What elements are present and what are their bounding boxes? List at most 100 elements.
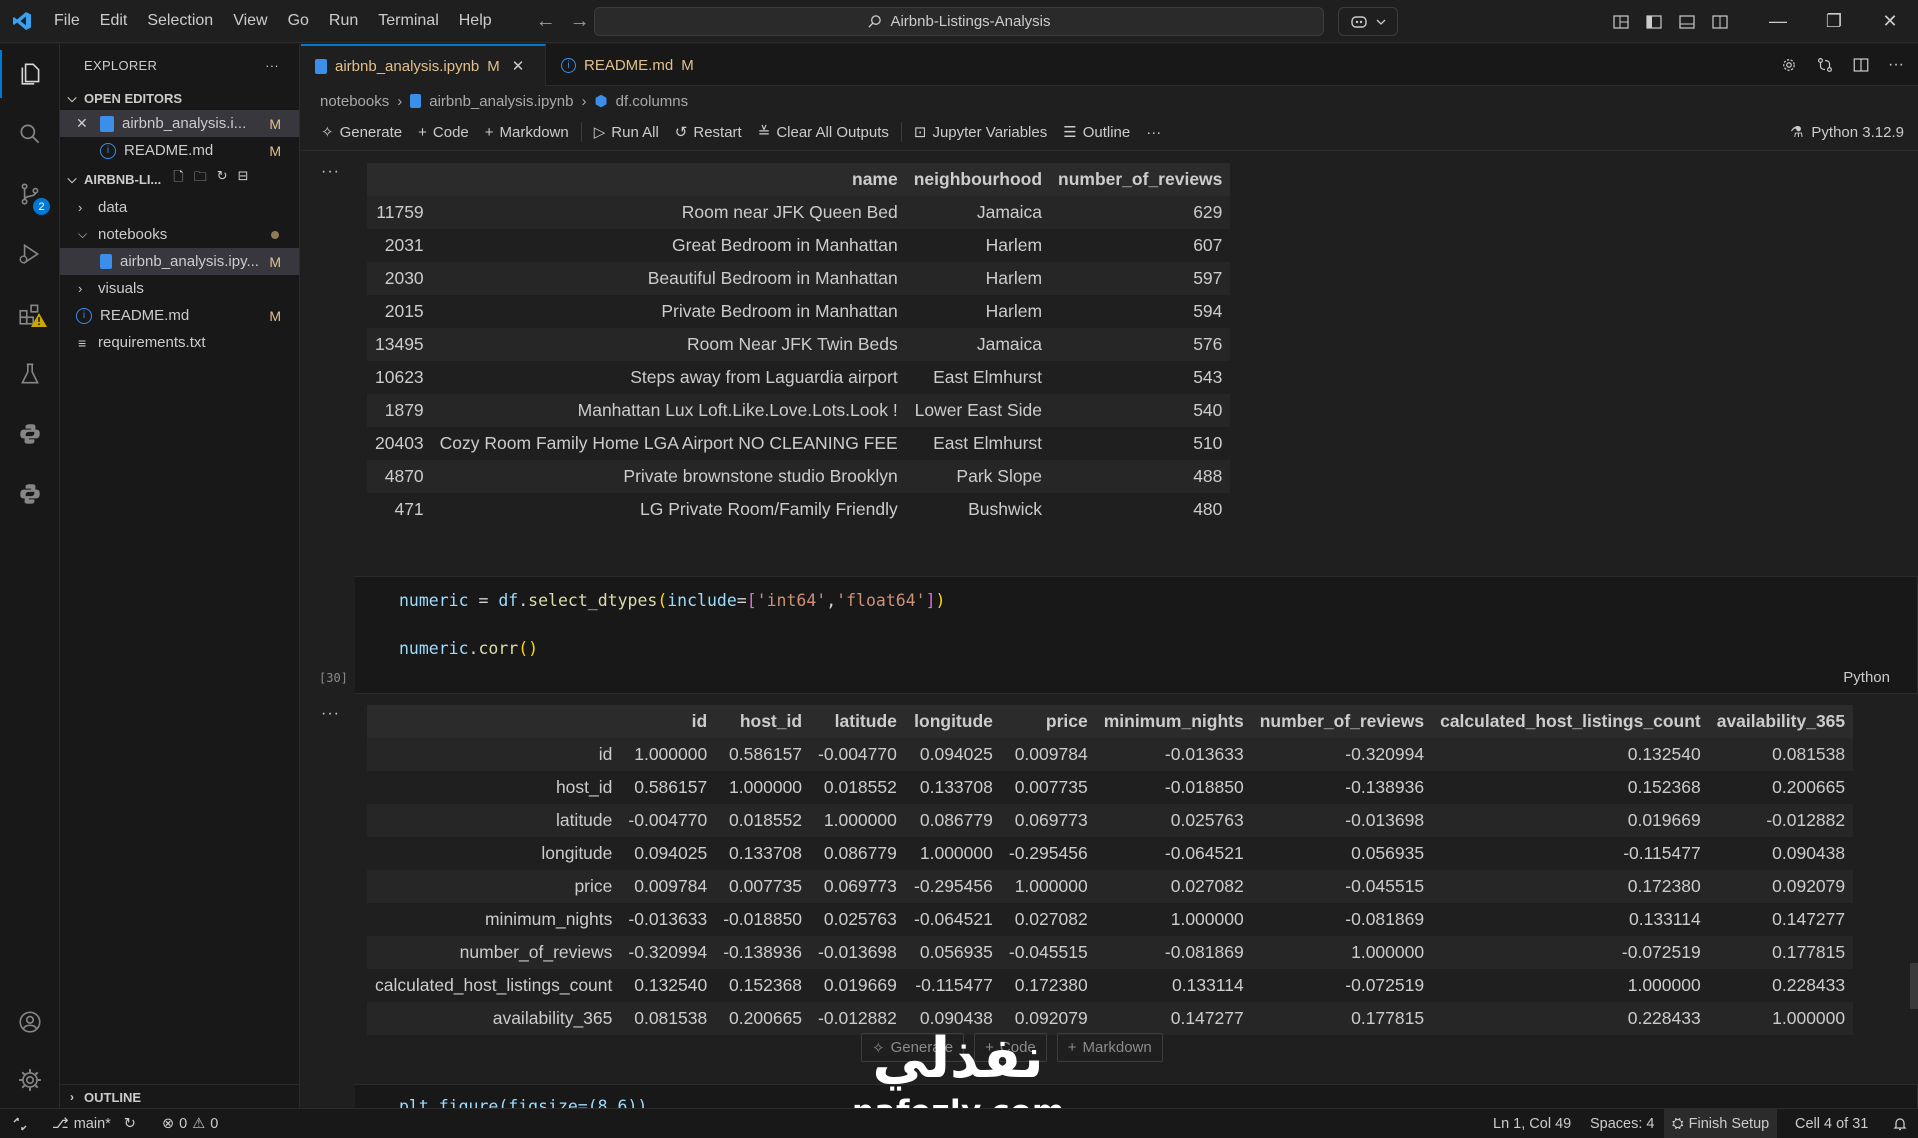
cursor-position[interactable]: Ln 1, Col 49	[1493, 1109, 1571, 1138]
customize-layout-icon[interactable]	[1604, 14, 1637, 30]
close-icon[interactable]: ✕	[76, 115, 92, 132]
split-editor-icon[interactable]	[1852, 56, 1870, 74]
indentation[interactable]: Spaces: 4	[1590, 1109, 1655, 1138]
code-cell[interactable]: plt.figure(figsize=(8,6))	[355, 1084, 1918, 1108]
restore-icon[interactable]: ❐	[1806, 11, 1862, 32]
tree-file-readme[interactable]: i README.md M	[60, 302, 299, 329]
new-folder-icon[interactable]: 🗀	[194, 168, 207, 190]
menu-help[interactable]: Help	[449, 12, 502, 30]
menu-go[interactable]: Go	[278, 12, 319, 30]
breadcrumb-item[interactable]: airbnb_analysis.ipynb	[429, 93, 573, 110]
more-actions-icon[interactable]: ···	[1138, 117, 1169, 147]
forward-arrow-icon[interactable]: →	[570, 10, 590, 33]
tab-notebook[interactable]: airbnb_analysis.ipynb M ✕	[301, 44, 546, 86]
toggle-secondary-sidebar-icon[interactable]	[1703, 14, 1736, 30]
scrollbar-thumb[interactable]	[1910, 963, 1918, 1009]
open-editor-readme[interactable]: i README.md M	[60, 137, 299, 164]
add-code-button[interactable]: + Code	[410, 117, 477, 147]
explorer-icon[interactable]	[0, 50, 60, 98]
search-icon[interactable]	[0, 110, 60, 158]
column-header: number_of_reviews	[1058, 169, 1223, 189]
tree-file-notebook[interactable]: airbnb_analysis.ipy... M	[60, 248, 299, 275]
tree-folder-visuals[interactable]: › visuals	[60, 275, 299, 302]
collapse-all-icon[interactable]: ⊟	[238, 168, 249, 190]
open-editor-notebook[interactable]: ✕ airbnb_analysis.i... M	[60, 110, 299, 137]
explorer-sidebar: EXPLORER ··· ⌵ OPEN EDITORS ✕ airbnb_ana…	[60, 44, 300, 1108]
warning-count: 0	[210, 1115, 219, 1132]
account-icon[interactable]	[0, 998, 60, 1046]
minimize-icon[interactable]: —	[1750, 11, 1806, 32]
finish-setup-label: Finish Setup	[1688, 1115, 1770, 1132]
outline-section[interactable]: › OUTLINE	[60, 1084, 299, 1108]
sync-icon[interactable]: ↻	[124, 1116, 136, 1132]
add-markdown-button[interactable]: + Markdown	[477, 117, 577, 147]
toggle-primary-sidebar-icon[interactable]	[1637, 14, 1670, 30]
notifications-bell-icon[interactable]	[1892, 1109, 1908, 1138]
testing-icon[interactable]	[0, 350, 60, 398]
breadcrumb-item[interactable]: df.columns	[616, 93, 689, 110]
tree-label: README.md	[100, 307, 190, 324]
jupyter-variables-button[interactable]: ⊡ Jupyter Variables	[906, 117, 1055, 147]
menu-selection[interactable]: Selection	[137, 12, 223, 30]
tree-label: data	[98, 199, 128, 216]
table-row: calculated_host_listings_count 0.132540 0.…	[367, 969, 1854, 1002]
problems-indicator[interactable]: ⊗ 0 ⚠ 0	[162, 1109, 218, 1138]
table-cell: -0.138936	[1345, 777, 1425, 797]
flask-icon: ⚗	[1789, 124, 1804, 141]
clear-all-icon: ≚	[757, 124, 771, 141]
outline-button[interactable]: ☰ Outline	[1055, 117, 1138, 147]
close-icon[interactable]: ✕	[512, 57, 525, 75]
python-icon[interactable]	[0, 410, 60, 458]
finish-setup-button[interactable]: ⛭ Finish Setup	[1664, 1109, 1778, 1138]
modified-indicator: M	[269, 253, 281, 270]
output-more-icon[interactable]: ···	[321, 163, 340, 181]
cell-indicator[interactable]: Cell 4 of 31	[1795, 1109, 1868, 1138]
back-arrow-icon[interactable]: ←	[536, 10, 556, 33]
branch-indicator[interactable]: ⎇ main* ↻	[52, 1109, 136, 1138]
python-environments-icon[interactable]	[0, 470, 60, 518]
output-more-icon[interactable]: ···	[321, 705, 340, 723]
table-cell: 0.177815	[1772, 942, 1846, 962]
extensions-icon[interactable]	[0, 290, 60, 338]
tree-file-requirements[interactable]: ≡ requirements.txt	[60, 329, 299, 356]
breadcrumb-item[interactable]: notebooks	[320, 93, 389, 110]
copilot-button[interactable]	[1338, 7, 1398, 36]
tree-folder-data[interactable]: › data	[60, 194, 299, 221]
menu-terminal[interactable]: Terminal	[368, 12, 448, 30]
chevron-right-icon: ›	[78, 200, 83, 215]
new-file-icon[interactable]: 🗋	[173, 168, 183, 190]
more-actions-icon[interactable]: ···	[265, 58, 279, 73]
compare-changes-icon[interactable]	[1816, 56, 1834, 74]
open-editors-header[interactable]: ⌵ OPEN EDITORS	[60, 86, 299, 110]
settings-gear-icon[interactable]	[0, 1056, 60, 1104]
settings-gear-icon[interactable]	[1780, 56, 1798, 74]
run-all-label: Run All	[611, 123, 659, 141]
toggle-panel-icon[interactable]	[1670, 14, 1703, 30]
remote-indicator-icon[interactable]	[0, 1109, 40, 1138]
menu-view[interactable]: View	[223, 12, 277, 30]
clear-all-outputs-button[interactable]: ≚ Clear All Outputs	[750, 117, 897, 147]
menu-run[interactable]: Run	[319, 12, 368, 30]
run-all-button[interactable]: ▷ Run All	[586, 117, 667, 147]
code-cell[interactable]: numeric = df.select_dtypes(include=['int…	[355, 576, 1918, 694]
table-cell: Private brownstone studio Brooklyn	[623, 466, 898, 486]
tab-readme[interactable]: i README.md M	[547, 44, 708, 86]
source-control-icon[interactable]: 2	[0, 170, 60, 218]
restart-button[interactable]: ↺ Restart	[667, 117, 750, 147]
refresh-icon[interactable]: ↻	[217, 168, 228, 190]
workspace-header[interactable]: ⌵ AIRBNB-LI... 🗋 🗀 ↻ ⊟	[60, 164, 299, 194]
kernel-picker[interactable]: ⚗ Python 3.12.9	[1790, 117, 1904, 147]
tree-folder-notebooks[interactable]: ⌵ notebooks	[60, 221, 299, 248]
watermark-arabic-text: نفذلي	[872, 1026, 1044, 1091]
table-cell: 0.056935	[919, 942, 993, 962]
cell-language[interactable]: Python	[1843, 669, 1890, 686]
generate-button[interactable]: ✧ Generate	[313, 117, 410, 147]
menu-file[interactable]: File	[44, 12, 90, 30]
insert-markdown-button[interactable]: + Markdown	[1056, 1033, 1163, 1062]
outline-label: OUTLINE	[84, 1089, 142, 1105]
more-actions-icon[interactable]: ···	[1888, 56, 1904, 74]
command-center[interactable]: Airbnb-Listings-Analysis	[594, 7, 1324, 36]
close-window-icon[interactable]: ✕	[1862, 11, 1918, 32]
menu-edit[interactable]: Edit	[90, 12, 138, 30]
run-debug-icon[interactable]	[0, 230, 60, 278]
